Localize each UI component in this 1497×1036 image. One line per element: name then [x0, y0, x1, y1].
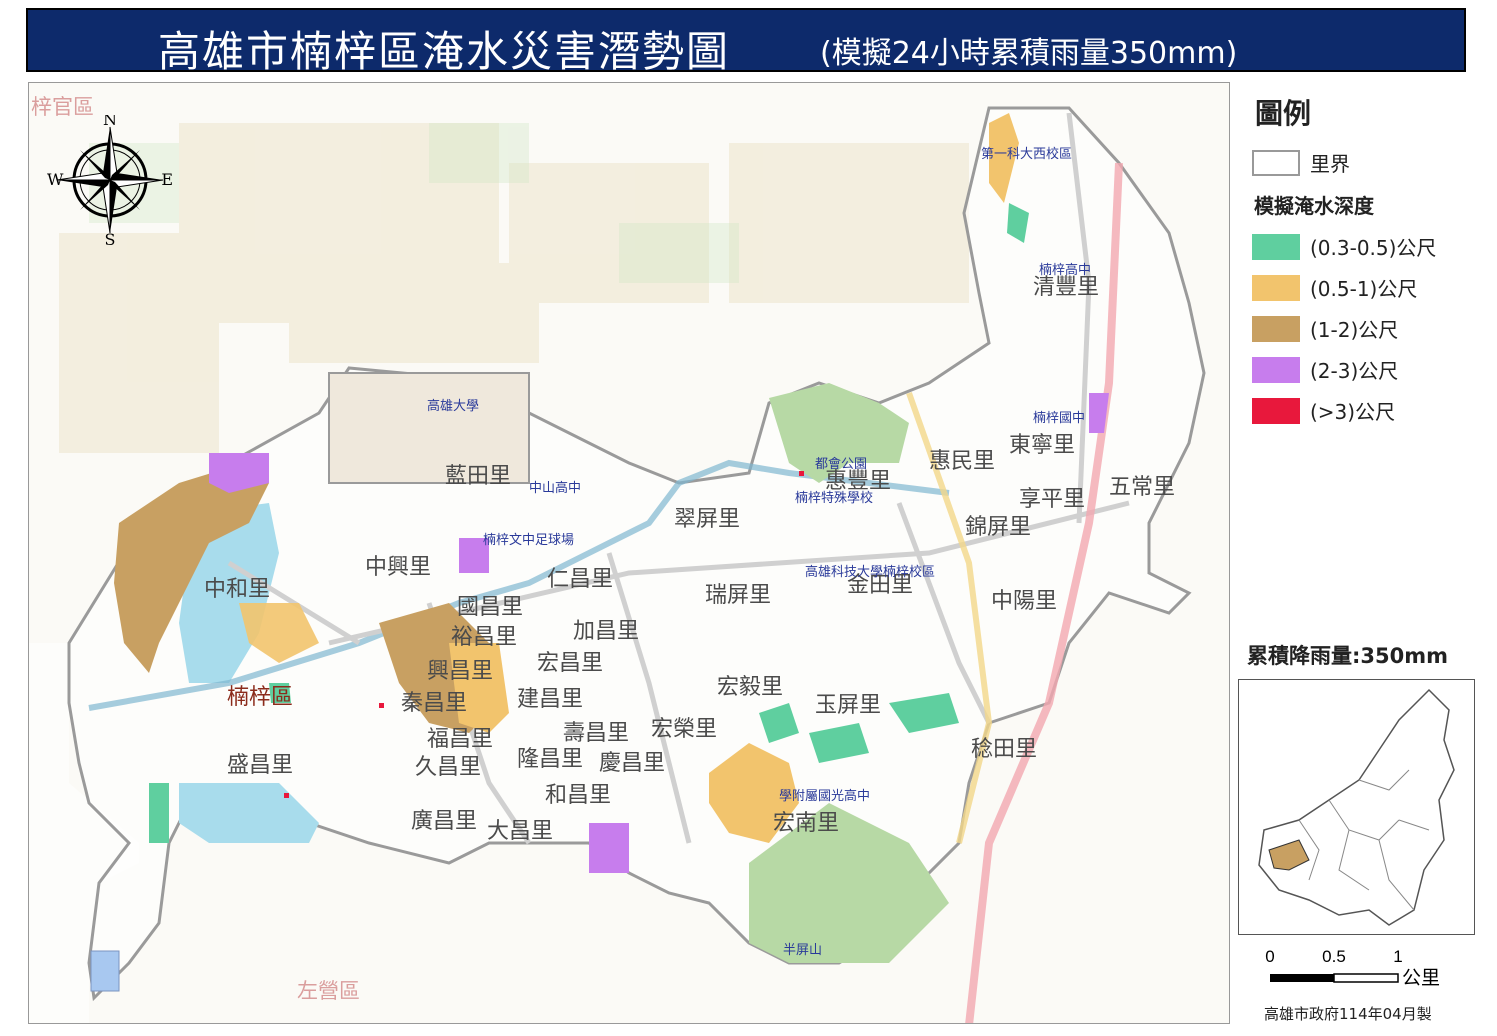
legend-item: (0.5-1)公尺: [1252, 273, 1417, 302]
village-label: 加昌里: [573, 619, 640, 644]
village-label: 建昌里: [517, 687, 584, 712]
village-label: 秦昌里: [401, 691, 468, 716]
village-label: 壽昌里: [563, 721, 630, 746]
poi-label: 高雄大學: [427, 399, 480, 414]
rainfall-label: 累積降雨量:350mm: [1247, 644, 1448, 668]
village-label: 盛昌里: [227, 753, 294, 778]
compass-rose-icon: N S E W: [47, 115, 173, 245]
svg-text:S: S: [105, 230, 116, 245]
map-canvas: [29, 83, 1206, 1023]
village-label: 和昌里: [545, 783, 612, 808]
legend-item-label: (0.3-0.5)公尺: [1310, 236, 1437, 260]
legend-boundary-label: 里界: [1310, 152, 1350, 176]
poi-label: 楠梓高中: [1039, 263, 1092, 278]
village-label: 宏南里: [773, 811, 840, 836]
village-label: 裕昌里: [451, 625, 518, 650]
district-label: 楠梓區: [227, 685, 294, 710]
village-label: 錦屏里: [965, 515, 1032, 540]
legend-boundary-row: 里界: [1252, 148, 1350, 177]
poi-label: 高雄科技大學楠梓校區: [805, 565, 936, 580]
svg-text:E: E: [161, 170, 173, 189]
neighbor-label-zuoying: 左營區: [297, 979, 360, 1003]
svg-text:0: 0: [1265, 947, 1274, 966]
village-label: 仁昌里: [547, 567, 614, 592]
poi-label: 楠梓國中: [1033, 411, 1086, 426]
legend-swatch: [1252, 274, 1300, 301]
poi-label: 學附屬國光高中: [779, 789, 871, 804]
village-label: 瑞屏里: [705, 583, 772, 608]
legend-swatch: [1252, 397, 1300, 424]
legend-item-label: (>3)公尺: [1310, 400, 1396, 424]
village-label: 翠屏里: [674, 507, 741, 532]
village-label: 宏榮里: [651, 717, 718, 742]
svg-text:公里: 公里: [1402, 967, 1440, 989]
village-label: 五常里: [1109, 475, 1176, 500]
village-label: 中興里: [365, 555, 432, 580]
scale-bar: 0 0.5 1 公里: [1265, 947, 1440, 989]
village-label: 宏昌里: [537, 651, 604, 676]
poi-label: 第一科大西校區: [981, 147, 1073, 162]
village-label: 玉屏里: [815, 693, 882, 718]
poi-label: 都會公園: [815, 457, 868, 472]
poi-label: 楠梓文中足球場: [483, 533, 575, 548]
legend-item: (2-3)公尺: [1252, 355, 1398, 384]
village-label: 慶昌里: [599, 751, 666, 776]
legend-item-label: (1-2)公尺: [1310, 318, 1399, 342]
title-banner: 高雄市楠梓區淹水災害潛勢圖 (模擬24小時累積雨量350mm): [26, 8, 1466, 76]
legend-swatch: [1252, 233, 1300, 260]
village-label: 藍田里: [445, 464, 512, 489]
legend-item-label: (0.5-1)公尺: [1310, 277, 1418, 301]
poi-label: 楠梓特殊學校: [795, 491, 874, 506]
legend-item-label: (2-3)公尺: [1310, 359, 1399, 383]
village-label: 中陽里: [991, 589, 1058, 614]
village-label: 宏毅里: [717, 675, 784, 700]
lagoon-southwest: [90, 950, 120, 992]
map-title: 高雄市楠梓區淹水災害潛勢圖: [158, 27, 731, 76]
village-label: 東寧里: [1009, 433, 1076, 458]
legend-item: (>3)公尺: [1252, 396, 1395, 425]
poi-label: 半屏山: [783, 943, 823, 958]
legend-swatch: [1252, 315, 1300, 342]
credit-label: 高雄市政府114年04月製: [1264, 1005, 1432, 1023]
village-label: 廣昌里: [411, 809, 478, 834]
village-label: 中和里: [204, 577, 271, 602]
village-label: 久昌里: [415, 755, 482, 780]
kaohsiung-outline: [1258, 688, 1455, 926]
village-label: 興昌里: [427, 659, 494, 684]
map-subtitle: (模擬24小時累積雨量350mm): [820, 36, 1238, 71]
map-area[interactable]: 梓官區 左營區 楠梓區 藍田里 中興里 中和里 仁昌里 瑞屏里 惠豐里 惠民里 …: [28, 82, 1230, 1024]
svg-text:0.5: 0.5: [1322, 947, 1346, 966]
inset-locator-map: [1238, 679, 1475, 935]
boundary-swatch: [1252, 149, 1300, 176]
legend-item: (0.3-0.5)公尺: [1252, 232, 1436, 261]
village-label: 惠民里: [929, 449, 996, 474]
legend-item: (1-2)公尺: [1252, 314, 1398, 343]
svg-text:N: N: [103, 115, 117, 129]
svg-text:W: W: [47, 170, 64, 189]
village-label: 稔田里: [971, 737, 1038, 762]
legend-title: 圖例: [1255, 97, 1312, 130]
legend-depth-title: 模擬淹水深度: [1254, 194, 1374, 218]
village-label: 國昌里: [457, 595, 524, 620]
poi-label: 中山高中: [529, 481, 582, 496]
svg-text:1: 1: [1393, 947, 1402, 966]
legend-swatch: [1252, 356, 1300, 383]
village-label: 大昌里: [487, 819, 554, 844]
